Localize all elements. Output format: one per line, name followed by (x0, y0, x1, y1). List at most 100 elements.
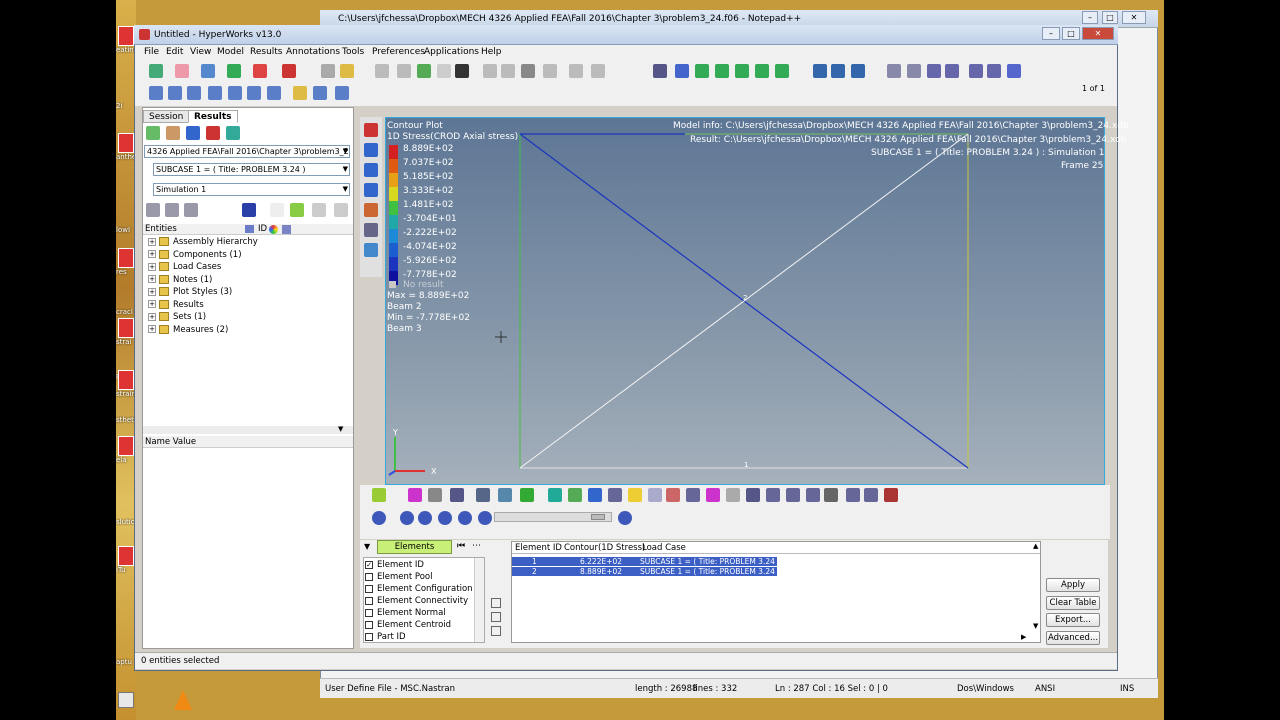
save-icon[interactable] (201, 64, 215, 78)
display-icon[interactable] (364, 243, 378, 257)
paste-icon[interactable] (569, 64, 583, 78)
copy-icon[interactable] (543, 64, 557, 78)
menu-edit[interactable]: Edit (166, 47, 183, 57)
iso-icon[interactable] (364, 203, 378, 217)
expand-icon[interactable]: + (148, 287, 156, 296)
page-layout-icon[interactable] (149, 86, 163, 100)
vlc-icon[interactable] (174, 690, 192, 710)
page-1-icon[interactable] (168, 86, 182, 100)
advanced-button[interactable]: Advanced... (1046, 631, 1100, 645)
collapse-icon[interactable] (165, 203, 179, 217)
menu-view[interactable]: View (190, 47, 211, 57)
axis-y-icon[interactable] (715, 64, 729, 78)
checkbox[interactable] (365, 632, 373, 641)
column-header-load-case[interactable]: Load Case (642, 543, 686, 553)
first-record-icon[interactable]: ⏮ (457, 541, 465, 551)
tree-item[interactable]: + Assembly Hierarchy (148, 237, 258, 249)
scroll-right-icon[interactable]: ▶ (1021, 633, 1026, 641)
axis-x-icon[interactable] (695, 64, 709, 78)
chevron-down-icon[interactable]: ▼ (364, 542, 370, 551)
zoom-in-icon[interactable] (887, 64, 901, 78)
folder-icon[interactable] (340, 64, 354, 78)
export-icon[interactable] (282, 64, 296, 78)
menu-help[interactable]: Help (481, 47, 502, 57)
capture-icon[interactable] (321, 64, 335, 78)
bar-chart-icon[interactable] (548, 488, 562, 502)
panel-icon[interactable] (521, 64, 535, 78)
first-frame-icon[interactable] (400, 511, 414, 525)
delete-icon[interactable] (437, 64, 451, 78)
tag-icon[interactable] (824, 488, 838, 502)
expand-icon[interactable]: + (148, 262, 156, 271)
undo-icon[interactable] (375, 64, 389, 78)
pointer-icon[interactable] (270, 203, 284, 217)
add-results-icon[interactable] (206, 126, 220, 140)
checkbox[interactable] (365, 584, 373, 593)
zoom-icon[interactable] (653, 64, 667, 78)
query-option[interactable]: Element Normal (365, 608, 446, 620)
menu-results[interactable]: Results (250, 47, 283, 57)
expand-icon[interactable]: + (148, 275, 156, 283)
show-icon[interactable] (290, 203, 304, 217)
shrink-icon[interactable] (588, 488, 602, 502)
desktop-shortcut-icon[interactable] (118, 546, 134, 566)
center-icon[interactable] (927, 64, 941, 78)
query-options-scrollbar[interactable] (474, 558, 484, 642)
probe-icon[interactable] (628, 488, 642, 502)
tree-item[interactable]: + Load Cases (148, 262, 221, 274)
render-icon[interactable] (864, 488, 878, 502)
page-4-icon[interactable] (228, 86, 242, 100)
menu-file[interactable]: File (144, 47, 159, 57)
animation-settings-icon[interactable] (618, 511, 632, 525)
axis-yz-icon[interactable] (775, 64, 789, 78)
expand-icon[interactable]: + (148, 300, 156, 308)
import-icon[interactable] (175, 64, 189, 78)
tracking-icon[interactable] (686, 488, 700, 502)
element-icon[interactable] (450, 488, 464, 502)
eye-off-icon[interactable] (334, 203, 348, 217)
notepad-maximize-button[interactable]: □ (1102, 11, 1118, 24)
settings-icon[interactable] (846, 488, 860, 502)
link-icon[interactable] (491, 626, 501, 636)
tree-icon[interactable] (184, 203, 198, 217)
sphere-icon[interactable] (608, 488, 622, 502)
pick-icon[interactable] (491, 612, 501, 622)
checkbox[interactable] (365, 596, 373, 605)
expand-icon[interactable]: + (148, 237, 156, 246)
apply-button[interactable]: Apply (1046, 578, 1100, 592)
axis-xy-icon[interactable] (755, 64, 769, 78)
apply-icon[interactable] (186, 126, 200, 140)
page-3-icon[interactable] (208, 86, 222, 100)
desktop-shortcut-icon[interactable] (118, 133, 134, 153)
vector-icon[interactable] (364, 163, 378, 177)
entity-type-selector[interactable]: Elements (377, 540, 452, 554)
folder-open-icon[interactable] (293, 86, 307, 100)
column-header-element-id[interactable]: Element ID (515, 543, 562, 553)
tab-results[interactable]: Results (188, 110, 238, 123)
grid-icon[interactable] (501, 64, 515, 78)
contour-plot-icon[interactable] (408, 488, 422, 502)
tree-item[interactable]: + Sets (1) (148, 312, 206, 324)
refresh-icon[interactable] (1007, 64, 1021, 78)
notepad-close-button[interactable]: ✕ (1122, 11, 1146, 24)
cut-plane-icon[interactable] (648, 488, 662, 502)
tree-item[interactable]: + Notes (1) (148, 274, 212, 287)
page-5-icon[interactable] (247, 86, 261, 100)
clear-icon[interactable] (591, 64, 605, 78)
add-page-icon[interactable] (417, 64, 431, 78)
tools-icon[interactable] (884, 488, 898, 502)
menu-tools[interactable]: Tools (342, 47, 364, 57)
checkbox[interactable]: ✓ (365, 560, 373, 569)
page-6-icon[interactable] (267, 86, 281, 100)
geometry-icon[interactable] (227, 64, 241, 78)
query-option[interactable]: Element Configuration (365, 584, 473, 596)
contour-icon[interactable] (364, 123, 378, 137)
fit-view-icon[interactable] (831, 64, 845, 78)
expand-icon[interactable]: + (148, 312, 156, 321)
build-plot-icon[interactable] (706, 488, 720, 502)
tab-session[interactable]: Session (143, 110, 190, 123)
table-row[interactable]: 2 8.889E+02 SUBCASE 1 = ( Title: PROBLEM 3… (512, 567, 780, 576)
open-icon[interactable] (149, 64, 163, 78)
load-model-icon[interactable] (146, 126, 160, 140)
split-icon[interactable] (498, 488, 512, 502)
